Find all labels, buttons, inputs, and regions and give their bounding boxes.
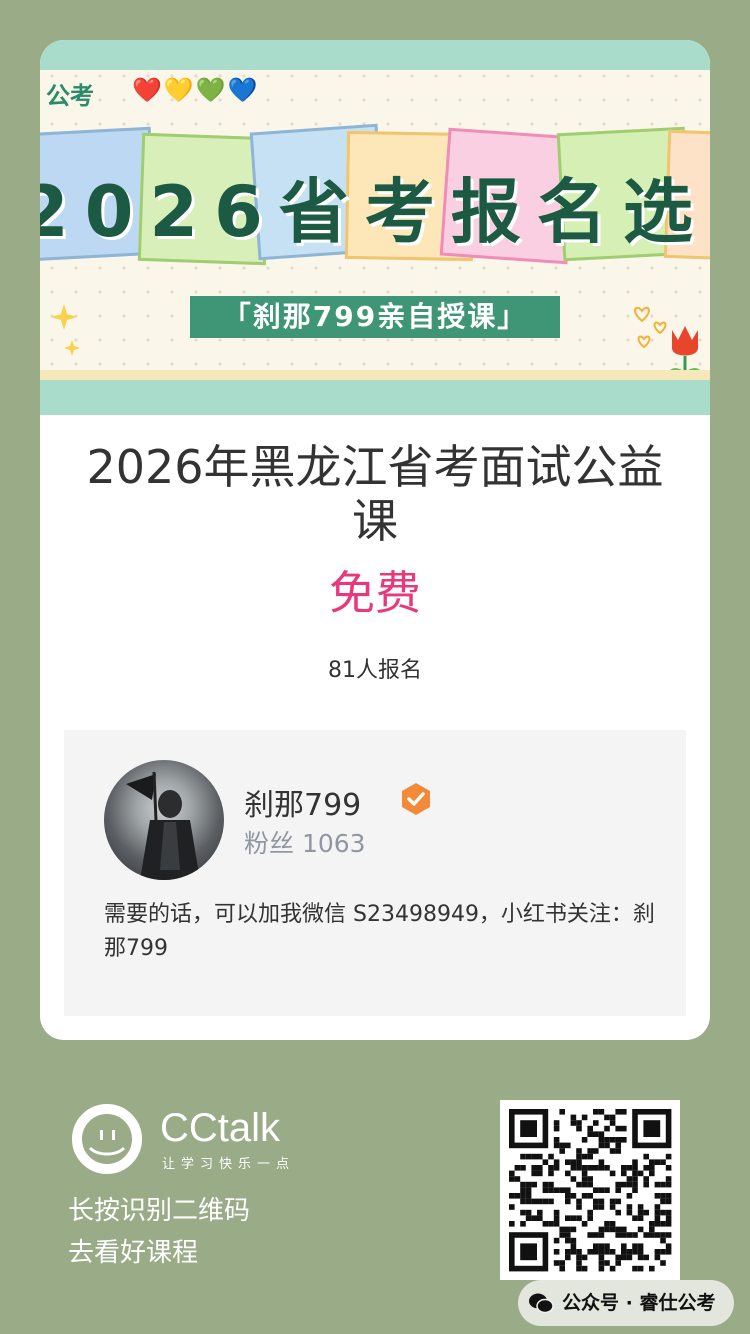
teacher-description: 需要的话，可以加我微信 S23498949，小红书关注：刹那799 bbox=[104, 902, 655, 961]
banner-headline: 2026省考报名选岗 bbox=[40, 171, 710, 253]
watermark-badge: 公众号 · 睿仕公考 bbox=[518, 1280, 734, 1326]
enroll-count: 81人报名 bbox=[328, 658, 422, 683]
cctalk-slogan: 让学习快乐一点 bbox=[162, 1157, 296, 1172]
banner-top-strip bbox=[40, 40, 710, 70]
fans-count: 粉丝 1063 bbox=[244, 829, 366, 858]
wechat-icon bbox=[529, 1293, 554, 1314]
teacher-name[interactable]: 刹那799 bbox=[244, 780, 361, 824]
knight-avatar-image bbox=[126, 771, 200, 880]
banner-subtitle: 「刹那799亲自授课」 bbox=[190, 296, 560, 338]
watermark-text: 公众号 · 睿仕公考 bbox=[562, 1292, 716, 1314]
hearts-decoration: ❤️💛💚💙 bbox=[132, 76, 260, 104]
teacher-info-panel[interactable]: 刹那799 粉丝 1063 需要的话，可以加我微信 S23498949，小红书关… bbox=[64, 730, 686, 1016]
course-title-line2: 课 bbox=[352, 494, 398, 548]
qr-instruction-line2: 去看好课程 bbox=[68, 1238, 199, 1268]
cctalk-brand: CCtalk bbox=[160, 1106, 281, 1150]
course-price: 免费 bbox=[329, 566, 421, 620]
course-banner: 公考 ❤️💛💚💙 2026省考报名选岗 「刹那799亲自授课」 bbox=[40, 40, 710, 415]
course-title: 2026年黑龙江省考面试公益 课 bbox=[0, 440, 750, 548]
qr-code-image bbox=[509, 1109, 672, 1272]
cctalk-logo-icon bbox=[72, 1104, 142, 1174]
course-title-line1: 2026年黑龙江省考面试公益 bbox=[86, 440, 664, 494]
banner-tag: 公考 bbox=[46, 82, 94, 110]
sparkle-icon bbox=[51, 304, 80, 356]
qr-instruction-line1: 长按识别二维码 bbox=[68, 1196, 251, 1226]
qr-code[interactable] bbox=[500, 1100, 680, 1280]
banner-bottom-strip bbox=[40, 380, 710, 415]
avatar[interactable] bbox=[104, 760, 224, 880]
verified-badge-icon bbox=[402, 783, 430, 815]
